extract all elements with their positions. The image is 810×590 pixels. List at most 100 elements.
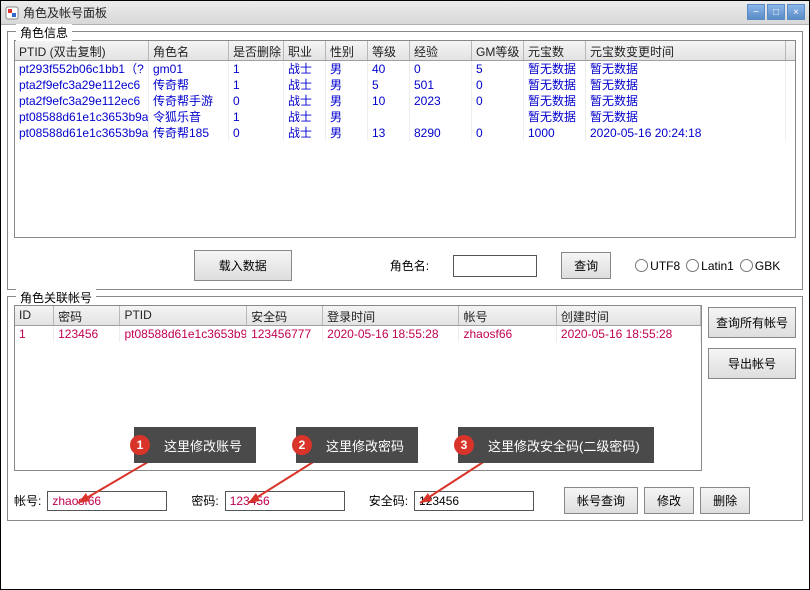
col-ybtime[interactable]: 元宝数变更时间 [586, 41, 786, 60]
cell-created: 2020-05-16 18:55:28 [557, 326, 701, 342]
role-grid[interactable]: PTID (双击复制) 角色名 是否删除 职业 性别 等级 经验 GM等级 元宝… [14, 40, 796, 238]
cell-ybtime: 暂无数据 [586, 77, 786, 93]
cell-gm: 0 [472, 77, 524, 93]
cell-name: 传奇帮手游 [149, 93, 229, 109]
col-sex[interactable]: 性别 [326, 41, 368, 60]
cell-sex: 男 [326, 77, 368, 93]
cell-level: 10 [368, 93, 410, 109]
cell-deleted: 1 [229, 61, 284, 77]
cell-yb: 暂无数据 [524, 61, 586, 77]
cell-exp: 2023 [410, 93, 472, 109]
cell-gm: 5 [472, 61, 524, 77]
acol-pwd[interactable]: 密码 [54, 306, 120, 325]
query-all-accounts-button[interactable]: 查询所有帐号 [708, 307, 796, 338]
cell-ybtime: 暂无数据 [586, 109, 786, 125]
table-row[interactable]: pta2f9efc3a29e112ec6传奇帮手游0战士男1020230暂无数据… [15, 93, 795, 109]
export-accounts-button[interactable]: 导出帐号 [708, 348, 796, 379]
cell-ybtime: 2020-05-16 20:24:18 [586, 125, 786, 141]
table-row[interactable]: pt293f552b06c1bb1（?gm011战士男4005暂无数据暂无数据 [15, 61, 795, 77]
maximize-button[interactable]: □ [767, 4, 785, 20]
enc-latin1[interactable]: Latin1 [686, 259, 734, 273]
acol-acct[interactable]: 帐号 [459, 306, 556, 325]
col-exp[interactable]: 经验 [410, 41, 472, 60]
app-icon [5, 6, 19, 20]
cell-yb: 暂无数据 [524, 109, 586, 125]
cell-name: 令狐乐音 [149, 109, 229, 125]
acol-login[interactable]: 登录时间 [323, 306, 459, 325]
cell-acct: zhaosf66 [459, 326, 556, 342]
cell-name: 传奇帮 [149, 77, 229, 93]
acol-id[interactable]: ID [15, 306, 54, 325]
cell-ybtime: 暂无数据 [586, 93, 786, 109]
cell-sex: 男 [326, 61, 368, 77]
role-grid-body[interactable]: pt293f552b06c1bb1（?gm011战士男4005暂无数据暂无数据p… [15, 61, 795, 237]
enc-utf8[interactable]: UTF8 [635, 259, 680, 273]
account-grid-body[interactable]: 1123456pt08588d61e1c3653b9a1234567772020… [15, 326, 701, 342]
cell-id: 1 [15, 326, 54, 342]
acol-created[interactable]: 创建时间 [557, 306, 701, 325]
cell-ptid: pta2f9efc3a29e112ec6 [15, 77, 149, 93]
cell-level [368, 109, 410, 125]
cell-ybtime: 暂无数据 [586, 61, 786, 77]
role-toolbar: 载入数据 角色名: 查询 UTF8 Latin1 GBK [14, 246, 796, 283]
cell-job: 战士 [284, 93, 326, 109]
query-role-button[interactable]: 查询 [561, 252, 611, 279]
col-name[interactable]: 角色名 [149, 41, 229, 60]
table-row[interactable]: pta2f9efc3a29e112ec6传奇帮1战士男55010暂无数据暂无数据 [15, 77, 795, 93]
load-data-button[interactable]: 载入数据 [194, 250, 292, 281]
account-grid[interactable]: ID 密码 PTID 安全码 登录时间 帐号 创建时间 1123456pt085… [14, 305, 702, 471]
cell-ptid: pt08588d61e1c3653b9a [120, 326, 247, 342]
role-name-label: 角色名: [390, 257, 429, 274]
col-level[interactable]: 等级 [368, 41, 410, 60]
cell-job: 战士 [284, 125, 326, 141]
cell-level: 13 [368, 125, 410, 141]
cell-sex: 男 [326, 109, 368, 125]
cell-exp: 501 [410, 77, 472, 93]
account-form: 帐号: 密码: 安全码: 帐号查询 修改 删除 [14, 487, 796, 514]
acct-delete-button[interactable]: 删除 [700, 487, 750, 514]
cell-sex: 男 [326, 125, 368, 141]
cell-job: 战士 [284, 109, 326, 125]
role-info-panel: 角色信息 PTID (双击复制) 角色名 是否删除 职业 性别 等级 经验 GM… [7, 31, 803, 290]
table-row[interactable]: pt08588d61e1c3653b9a传奇帮1850战士男1382900100… [15, 125, 795, 141]
minimize-button[interactable]: − [747, 4, 765, 20]
acct-label: 帐号: [14, 492, 41, 509]
table-row[interactable]: pt08588d61e1c3653b9a令狐乐音1战士男暂无数据暂无数据 [15, 109, 795, 125]
acol-sec[interactable]: 安全码 [247, 306, 323, 325]
table-row[interactable]: 1123456pt08588d61e1c3653b9a1234567772020… [15, 326, 701, 342]
cell-deleted: 0 [229, 93, 284, 109]
sec-label: 安全码: [369, 492, 408, 509]
cell-sex: 男 [326, 93, 368, 109]
account-grid-header: ID 密码 PTID 安全码 登录时间 帐号 创建时间 [15, 306, 701, 326]
col-ptid[interactable]: PTID (双击复制) [15, 41, 149, 60]
cell-login: 2020-05-16 18:55:28 [323, 326, 459, 342]
cell-sec: 123456777 [247, 326, 323, 342]
col-gm[interactable]: GM等级 [472, 41, 524, 60]
cell-exp: 0 [410, 61, 472, 77]
account-panel: 角色关联帐号 ID 密码 PTID 安全码 登录时间 帐号 创建时间 11234… [7, 296, 803, 521]
pwd-input[interactable] [225, 491, 345, 511]
cell-deleted: 0 [229, 125, 284, 141]
role-name-input[interactable] [453, 255, 537, 277]
enc-gbk[interactable]: GBK [740, 259, 780, 273]
cell-gm [472, 109, 524, 125]
acct-modify-button[interactable]: 修改 [644, 487, 694, 514]
col-job[interactable]: 职业 [284, 41, 326, 60]
col-deleted[interactable]: 是否删除 [229, 41, 284, 60]
close-button[interactable]: × [787, 4, 805, 20]
acol-ptid[interactable]: PTID [120, 306, 247, 325]
window-title: 角色及帐号面板 [23, 4, 107, 21]
sec-input[interactable] [414, 491, 534, 511]
col-yb[interactable]: 元宝数 [524, 41, 586, 60]
acct-input[interactable] [47, 491, 167, 511]
account-legend: 角色关联帐号 [16, 289, 96, 306]
encoding-group: UTF8 Latin1 GBK [635, 259, 780, 273]
acct-query-button[interactable]: 帐号查询 [564, 487, 638, 514]
cell-pwd: 123456 [54, 326, 120, 342]
cell-ptid: pta2f9efc3a29e112ec6 [15, 93, 149, 109]
cell-name: 传奇帮185 [149, 125, 229, 141]
cell-yb: 暂无数据 [524, 77, 586, 93]
pwd-label: 密码: [191, 492, 218, 509]
cell-level: 5 [368, 77, 410, 93]
cell-deleted: 1 [229, 109, 284, 125]
